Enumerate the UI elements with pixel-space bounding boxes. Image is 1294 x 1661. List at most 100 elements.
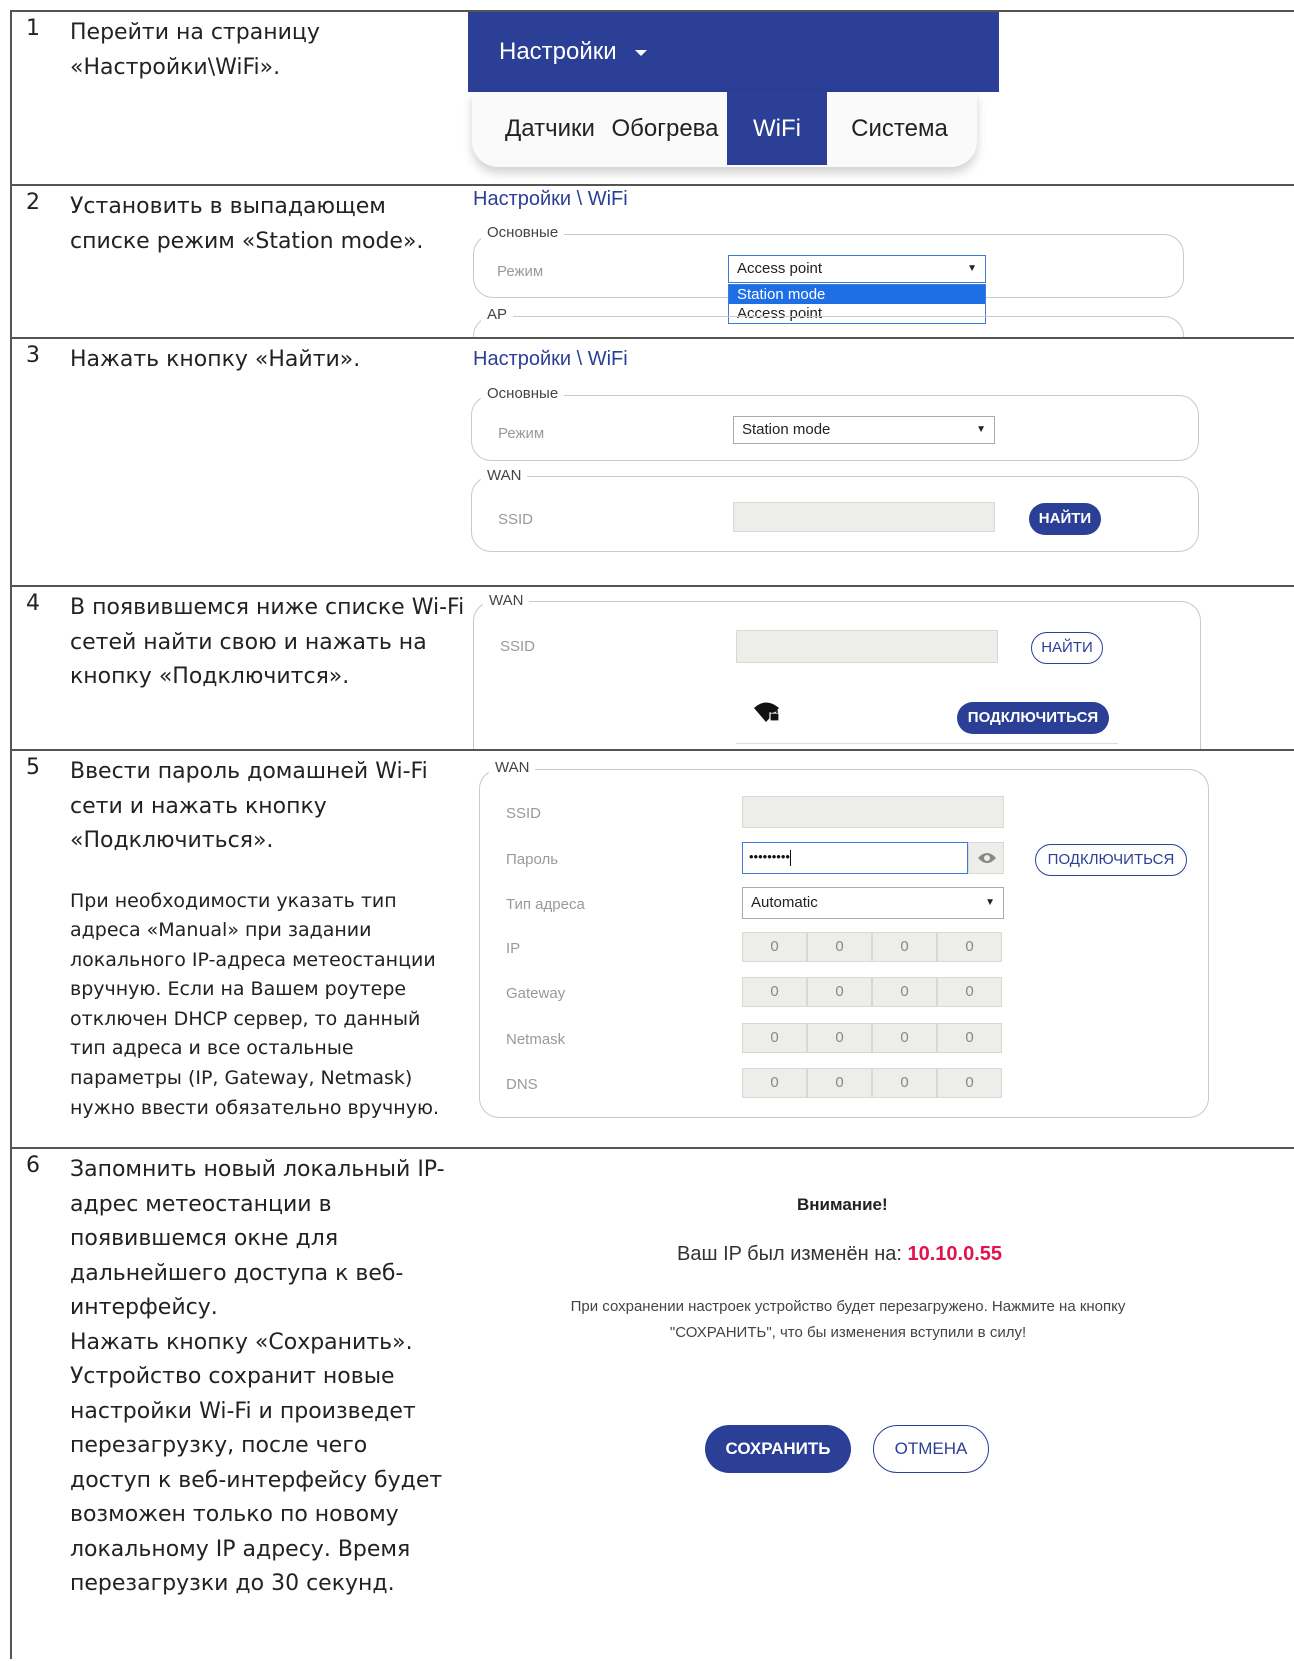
settings-tab-bar: Датчики Обогрева WiFi Система bbox=[472, 92, 977, 167]
netmask-octets: 0 0 0 0 bbox=[742, 1023, 1002, 1053]
octet-input[interactable]: 0 bbox=[872, 977, 937, 1007]
octet-input[interactable]: 0 bbox=[937, 932, 1002, 962]
network-list-divider bbox=[736, 743, 1118, 744]
step-text: Ввести пароль домашней Wi-Fi сети и нажа… bbox=[70, 755, 450, 1123]
octet-input[interactable]: 0 bbox=[937, 1068, 1002, 1098]
mode-dropdown-screenshot: Настройки \ WiFi Основные Режим Access p… bbox=[467, 186, 1294, 337]
step-text: Нажать кнопку «Найти». bbox=[70, 343, 470, 378]
netmask-label: Netmask bbox=[506, 1031, 566, 1048]
step-number: 5 bbox=[26, 755, 40, 780]
mode-select[interactable]: Station mode ▼ bbox=[733, 416, 995, 444]
dns-octets: 0 0 0 0 bbox=[742, 1068, 1002, 1098]
step-paragraph-note: При необходимости указать тип адреса «Ma… bbox=[70, 889, 439, 1119]
breadcrumb[interactable]: Настройки \ WiFi bbox=[473, 188, 628, 211]
settings-menu-header[interactable]: Настройки bbox=[468, 12, 999, 92]
step-row-6: 6 Запомнить новый локальный IP-адрес мет… bbox=[12, 1149, 1294, 1661]
mode-label: Режим bbox=[498, 425, 545, 442]
ip-changed-dialog: Внимание! Ваш IP был изменён на: 10.10.0… bbox=[467, 1149, 1294, 1659]
mode-label: Режим bbox=[497, 263, 544, 280]
dropdown-arrow-icon: ▼ bbox=[967, 263, 977, 274]
menu-screenshot: Настройки Датчики Обогрева WiFi Система bbox=[467, 12, 1027, 184]
ssid-input[interactable] bbox=[733, 502, 995, 532]
address-type-value: Automatic bbox=[751, 894, 818, 911]
ssid-input[interactable] bbox=[742, 796, 1004, 828]
step-paragraph: Нажать кнопку «Найти». bbox=[70, 347, 361, 372]
step-text: Перейти на страницу «Настройки\WiFi». bbox=[70, 16, 470, 85]
tab-system[interactable]: Система bbox=[832, 92, 967, 165]
text-cursor bbox=[789, 849, 791, 866]
step-text: В появившемся ниже списке Wi-Fi сетей на… bbox=[70, 591, 470, 695]
new-ip-value: 10.10.0.55 bbox=[907, 1243, 1003, 1265]
step-paragraph: Установить в выпадающем списке режим «St… bbox=[70, 194, 424, 254]
mode-select-value: Station mode bbox=[742, 421, 831, 438]
wan-legend: WAN bbox=[483, 592, 530, 609]
octet-input[interactable]: 0 bbox=[742, 932, 807, 962]
octet-input[interactable]: 0 bbox=[872, 932, 937, 962]
mode-select[interactable]: Access point ▼ bbox=[728, 255, 986, 283]
ap-legend: AP bbox=[481, 306, 514, 323]
octet-input[interactable]: 0 bbox=[807, 977, 872, 1007]
address-type-select[interactable]: Automatic ▼ bbox=[742, 887, 1004, 919]
tab-sensors[interactable]: Датчики bbox=[497, 92, 603, 165]
ssid-label: SSID bbox=[506, 805, 542, 822]
octet-input[interactable]: 0 bbox=[937, 977, 1002, 1007]
octet-input[interactable]: 0 bbox=[742, 1068, 807, 1098]
wan-legend: WAN bbox=[481, 467, 528, 484]
octet-input[interactable]: 0 bbox=[742, 1023, 807, 1053]
connect-button[interactable]: ПОДКЛЮЧИТЬСЯ bbox=[957, 702, 1109, 734]
step-paragraph: В появившемся ниже списке Wi-Fi сетей на… bbox=[70, 595, 465, 689]
instructions-table: 1 Перейти на страницу «Настройки\WiFi». … bbox=[10, 10, 1294, 1659]
connect-button[interactable]: ПОДКЛЮЧИТЬСЯ bbox=[1035, 844, 1187, 876]
password-value: ••••••••• bbox=[749, 849, 790, 864]
ssid-label: SSID bbox=[498, 511, 534, 528]
step-row-3: 3 Нажать кнопку «Найти». Настройки \ WiF… bbox=[12, 339, 1294, 587]
find-screenshot: Настройки \ WiFi Основные Режим Station … bbox=[467, 339, 1294, 585]
password-screenshot: WAN SSID Пароль ••••••••• ПОДКЛЮЧИТЬСЯ Т… bbox=[467, 751, 1294, 1147]
wan-legend: WAN bbox=[489, 759, 536, 776]
dns-label: DNS bbox=[506, 1076, 538, 1093]
password-input[interactable]: ••••••••• bbox=[742, 842, 968, 874]
find-button[interactable]: НАЙТИ bbox=[1031, 632, 1103, 664]
network-list-screenshot: WAN SSID НАЙТИ ПОДКЛЮЧИТЬСЯ bbox=[467, 587, 1294, 749]
step-number: 2 bbox=[26, 190, 40, 215]
octet-input[interactable]: 0 bbox=[872, 1023, 937, 1053]
find-button[interactable]: НАЙТИ bbox=[1029, 503, 1101, 535]
octet-input[interactable]: 0 bbox=[807, 1023, 872, 1053]
step-number: 1 bbox=[26, 16, 40, 41]
step-paragraph: Перейти на страницу «Настройки\WiFi». bbox=[70, 20, 320, 80]
wifi-lock-icon[interactable] bbox=[753, 700, 781, 729]
show-password-button[interactable] bbox=[968, 842, 1004, 874]
step-row-1: 1 Перейти на страницу «Настройки\WiFi». … bbox=[12, 12, 1294, 186]
octet-input[interactable]: 0 bbox=[872, 1068, 937, 1098]
tab-heating[interactable]: Обогрева bbox=[603, 92, 727, 165]
step-row-2: 2 Установить в выпадающем списке режим «… bbox=[12, 186, 1294, 339]
dropdown-arrow-icon: ▼ bbox=[985, 897, 995, 908]
dialog-note: При сохранении настроек устройство будет… bbox=[570, 1298, 1126, 1341]
step-number: 3 bbox=[26, 343, 40, 368]
step-text: Запомнить новый локальный IP-адрес метео… bbox=[70, 1153, 450, 1602]
ssid-input[interactable] bbox=[736, 630, 998, 663]
dropdown-arrow-icon: ▼ bbox=[976, 424, 986, 435]
step-number: 4 bbox=[26, 591, 40, 616]
gateway-label: Gateway bbox=[506, 985, 566, 1002]
tab-wifi[interactable]: WiFi bbox=[727, 92, 827, 165]
octet-input[interactable]: 0 bbox=[937, 1023, 1002, 1053]
octet-input[interactable]: 0 bbox=[742, 977, 807, 1007]
new-ip-line: Ваш IP был изменён на: 10.10.0.55 bbox=[677, 1243, 1002, 1266]
step-row-4: 4 В появившемся ниже списке Wi-Fi сетей … bbox=[12, 587, 1294, 751]
step-number: 6 bbox=[26, 1153, 40, 1178]
octet-input[interactable]: 0 bbox=[807, 1068, 872, 1098]
ip-octets: 0 0 0 0 bbox=[742, 932, 1002, 962]
cancel-button[interactable]: ОТМЕНА bbox=[873, 1425, 989, 1473]
eye-icon bbox=[978, 853, 996, 863]
step-paragraph: Ввести пароль домашней Wi-Fi сети и нажа… bbox=[70, 759, 428, 853]
breadcrumb[interactable]: Настройки \ WiFi bbox=[473, 348, 628, 371]
main-legend: Основные bbox=[481, 224, 565, 241]
step-row-5: 5 Ввести пароль домашней Wi-Fi сети и на… bbox=[12, 751, 1294, 1149]
ap-fieldset bbox=[473, 316, 1184, 337]
save-button[interactable]: СОХРАНИТЬ bbox=[705, 1425, 851, 1473]
octet-input[interactable]: 0 bbox=[807, 932, 872, 962]
new-ip-prefix: Ваш IP был изменён на: bbox=[677, 1243, 902, 1265]
option-station-mode[interactable]: Station mode bbox=[729, 285, 985, 304]
gateway-octets: 0 0 0 0 bbox=[742, 977, 1002, 1007]
